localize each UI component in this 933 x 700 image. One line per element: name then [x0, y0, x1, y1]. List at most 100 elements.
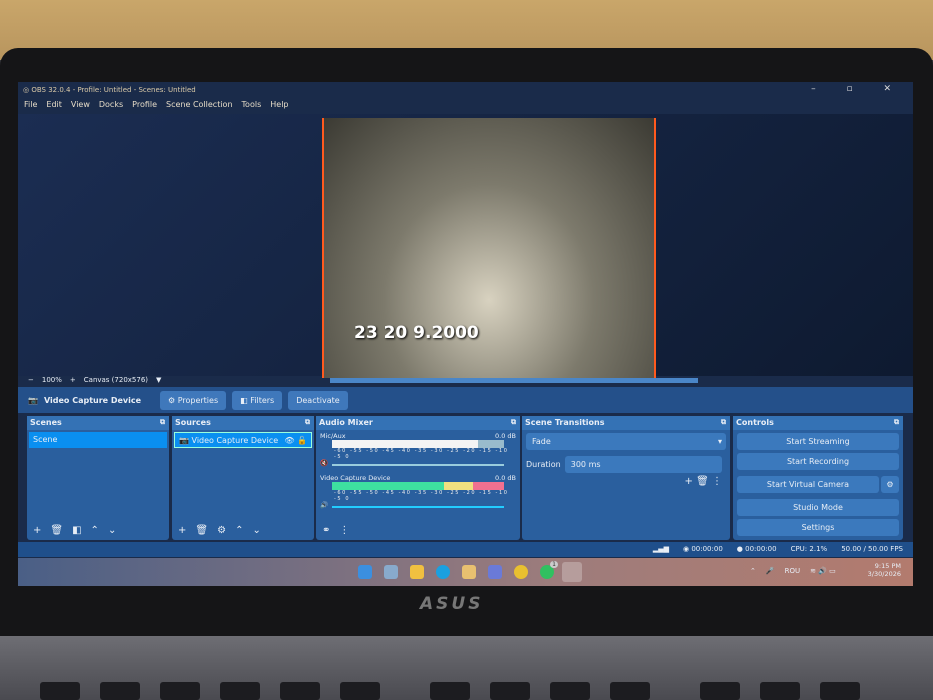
- settings-button[interactable]: Settings: [737, 519, 899, 536]
- chevron-up-icon[interactable]: ⌃: [91, 525, 99, 536]
- source-item-label: Video Capture Device: [191, 436, 279, 445]
- transition-select[interactable]: Fade ▾: [526, 433, 726, 450]
- undock-icon[interactable]: ⧉: [305, 418, 310, 427]
- start-virtual-camera-button[interactable]: Start Virtual Camera: [737, 476, 879, 493]
- undock-icon[interactable]: ⧉: [894, 418, 899, 427]
- volume-slider[interactable]: 🔊: [320, 501, 504, 509]
- key: [610, 682, 650, 700]
- menu-profile[interactable]: Profile: [132, 100, 157, 109]
- scenes-title: Scenes: [30, 418, 62, 427]
- source-item[interactable]: 📷 Video Capture Device 👁 🔓: [174, 432, 312, 448]
- clock-date: 3/30/2026: [867, 570, 901, 578]
- canvas-size[interactable]: Canvas (720x576): [84, 376, 148, 384]
- filters-label: Filters: [250, 395, 275, 405]
- controls-header: Controls ⧉: [733, 416, 903, 430]
- menu-docks[interactable]: Docks: [99, 100, 123, 109]
- file-explorer-icon[interactable]: [410, 565, 424, 579]
- studio-mode-button[interactable]: Studio Mode: [737, 499, 899, 516]
- scene-item[interactable]: Scene: [29, 432, 167, 448]
- fps: 50.00 / 50.00 FPS: [841, 545, 903, 553]
- key: [700, 682, 740, 700]
- chevron-up-icon[interactable]: ⌃: [750, 567, 756, 575]
- store-icon[interactable]: [462, 565, 476, 579]
- gear-icon[interactable]: ⚙: [881, 476, 899, 493]
- channel-video-capture: Video Capture Device 0.0 dB -60 -55 -50 -…: [316, 472, 520, 514]
- trash-icon[interactable]: 🗑: [50, 525, 63, 536]
- video-capture-frame[interactable]: 23 20 9.2000: [322, 118, 656, 378]
- zoom-out-button[interactable]: −: [28, 376, 34, 384]
- status-bar: ▂▄▆ ◉ 00:00:00 ● 00:00:00 CPU: 2.1% 50.0…: [18, 542, 913, 557]
- channel-name: Video Capture Device: [320, 474, 391, 482]
- add-icon[interactable]: +: [685, 476, 693, 487]
- key: [760, 682, 800, 700]
- transition-actions: + 🗑 ⋮: [522, 476, 722, 487]
- zoom-in-button[interactable]: +: [70, 376, 76, 384]
- scenes-footer: + 🗑 ◧ ⌃ ⌄: [33, 525, 116, 536]
- window-controls[interactable]: – ▫ ✕: [811, 84, 905, 94]
- add-icon[interactable]: +: [178, 525, 186, 536]
- key: [40, 682, 80, 700]
- microphone-icon[interactable]: 🎤: [766, 567, 775, 575]
- preview-scrollbar[interactable]: [330, 378, 698, 383]
- clock[interactable]: 9:15 PM 3/30/2026: [868, 562, 901, 578]
- properties-button[interactable]: ⚙ Properties: [159, 390, 227, 410]
- virtual-camera-row: Start Virtual Camera ⚙: [733, 473, 903, 496]
- deactivate-button[interactable]: Deactivate: [288, 390, 348, 410]
- channel-db: 0.0 dB: [495, 474, 516, 482]
- undock-icon[interactable]: ⧉: [721, 418, 726, 427]
- start-streaming-button[interactable]: Start Streaming: [737, 433, 899, 450]
- obs-taskbar-icon[interactable]: [562, 562, 582, 582]
- teams-icon[interactable]: [488, 565, 502, 579]
- eye-lock-icons[interactable]: 👁 🔓: [284, 436, 307, 445]
- key: [490, 682, 530, 700]
- transitions-title: Scene Transitions: [525, 418, 605, 427]
- chevron-down-icon[interactable]: ⌄: [108, 525, 116, 536]
- menu-scene-collection[interactable]: Scene Collection: [166, 100, 233, 109]
- more-icon[interactable]: ⋮: [712, 476, 722, 487]
- menu-edit[interactable]: Edit: [46, 100, 62, 109]
- chrome-icon[interactable]: [514, 565, 528, 579]
- chevron-up-icon[interactable]: ⌃: [235, 525, 243, 536]
- menu-tools[interactable]: Tools: [242, 100, 262, 109]
- transitions-header: Scene Transitions ⧉: [522, 416, 730, 430]
- start-icon[interactable]: [358, 565, 372, 579]
- chevron-down-icon[interactable]: ⌄: [252, 525, 260, 536]
- key: [160, 682, 200, 700]
- widgets-icon[interactable]: [384, 565, 398, 579]
- filter-icon[interactable]: ◧: [72, 525, 81, 536]
- undock-icon[interactable]: ⧉: [511, 418, 516, 427]
- edge-icon[interactable]: [436, 565, 450, 579]
- language-indicator[interactable]: ROU: [785, 567, 801, 575]
- filters-button[interactable]: ◧ Filters: [232, 390, 283, 410]
- menu-file[interactable]: File: [24, 100, 37, 109]
- wifi-volume-battery-icons[interactable]: ≋ 🔊 ▭: [810, 567, 836, 575]
- duration-input[interactable]: 300 ms: [564, 456, 722, 473]
- record-time: ● 00:00:00: [736, 545, 777, 553]
- obs-window: ◎ OBS 32.0.4 - Profile: Untitled - Scene…: [18, 82, 913, 586]
- key: [550, 682, 590, 700]
- link-icon[interactable]: ⚭: [322, 525, 330, 536]
- menu-help[interactable]: Help: [270, 100, 288, 109]
- whatsapp-icon[interactable]: 1: [540, 561, 558, 579]
- menu-view[interactable]: View: [71, 100, 90, 109]
- chevron-down-icon[interactable]: ▼: [156, 376, 161, 384]
- trash-icon[interactable]: 🗑: [696, 476, 709, 487]
- start-recording-button[interactable]: Start Recording: [737, 453, 899, 470]
- meter-ticks: -60 -55 -50 -45 -40 -35 -30 -25 -20 -15 …: [334, 490, 509, 502]
- gear-icon[interactable]: ⚙: [217, 525, 226, 536]
- key: [820, 682, 860, 700]
- audio-mixer-title: Audio Mixer: [319, 418, 373, 427]
- key: [430, 682, 470, 700]
- volume-slider[interactable]: 🔇: [320, 459, 504, 467]
- system-tray: ⌃ 🎤 ROU ≋ 🔊 ▭: [750, 567, 836, 575]
- zoom-level: 100%: [41, 376, 62, 384]
- audio-mixer-dock: Audio Mixer ⧉ Mic/Aux 0.0 dB -60 -55 -50 -…: [316, 416, 520, 540]
- scenes-header: Scenes ⧉: [27, 416, 169, 430]
- add-icon[interactable]: +: [33, 525, 41, 536]
- volume-meter: [332, 440, 504, 448]
- trash-icon[interactable]: 🗑: [195, 525, 208, 536]
- more-icon[interactable]: ⋮: [339, 525, 349, 536]
- stream-time: ◉ 00:00:00: [682, 545, 723, 553]
- preview-canvas[interactable]: 23 20 9.2000: [18, 114, 913, 378]
- undock-icon[interactable]: ⧉: [160, 418, 165, 427]
